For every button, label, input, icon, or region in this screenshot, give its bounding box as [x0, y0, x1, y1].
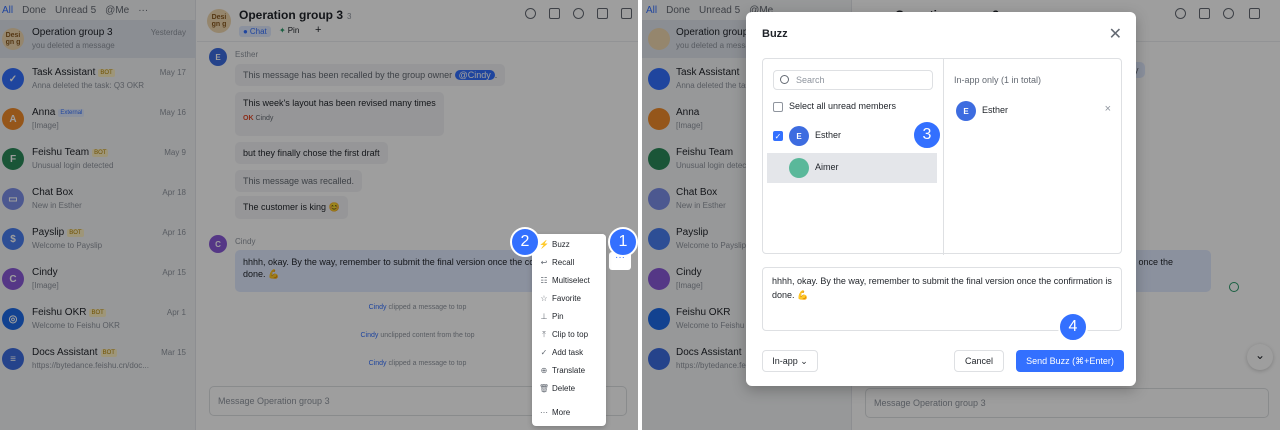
select-all-checkbox[interactable] [773, 102, 783, 112]
menu-item-icon: ⊥ [540, 312, 548, 321]
menu-item-icon: ⚡ [539, 240, 549, 249]
dialog-title: Buzz [762, 28, 788, 40]
menu-item-icon: ↩ [540, 258, 548, 267]
avatar: E [956, 101, 976, 121]
menu-item-delete[interactable]: 🗑 Delete [538, 384, 575, 393]
cancel-button[interactable]: Cancel [954, 350, 1004, 372]
menu-item-icon: ⤒ [542, 329, 546, 339]
menu-item-pin[interactable]: ⊥ Pin [540, 312, 564, 321]
step-badge: 4 [1058, 312, 1088, 342]
send-buzz-button[interactable]: Send Buzz (⌘+Enter) [1016, 350, 1124, 372]
menu-item-icon: ⊕ [540, 366, 548, 375]
avatar: E [789, 126, 809, 146]
menu-item-recall[interactable]: ↩ Recall [540, 258, 575, 267]
menu-item-icon: ☷ [540, 276, 548, 285]
message-context-menu: ⚡ Buzz ↩ Recall ☷ Multiselect ☆ Favorite ⊥ Pin ⤒ Cl… [532, 234, 606, 426]
menu-item-translate[interactable]: ⊕ Translate [540, 366, 585, 375]
left-screenshot: All Done Unread 5 @Me ··· Desi gn g Opera… [0, 0, 638, 430]
close-icon[interactable]: ✕ [1109, 24, 1122, 44]
selected-members-panel: In-app only (1 in total) E Esther × [943, 59, 1123, 255]
menu-item-add-task[interactable]: ✓ Add task [540, 348, 584, 357]
menu-item-multiselect[interactable]: ☷ Multiselect [540, 276, 589, 285]
menu-item-icon: 🗑 [538, 384, 550, 393]
menu-item-clip-to-top[interactable]: ⤒ Clip to top [540, 329, 588, 340]
search-icon [780, 75, 789, 84]
chevron-down-icon: ⌄ [800, 355, 808, 366]
step-badge: 3 [912, 120, 942, 150]
member-picker: Search Select all unread members ✓ E Est… [762, 58, 1123, 255]
select-all-label: Select all unread members [789, 101, 897, 111]
step-badge: 1 [608, 227, 638, 257]
menu-item-buzz[interactable]: ⚡ Buzz [539, 240, 570, 249]
member-checkbox[interactable]: ✓ [773, 131, 783, 141]
right-screenshot: All Done Unread 5 @Me Operation group 3y… [642, 0, 1280, 430]
remove-member-icon[interactable]: × [1105, 103, 1111, 115]
buzz-type-select[interactable]: In-app ⌄ [762, 350, 818, 372]
member-name: Esther [815, 130, 842, 140]
menu-item-icon: ⋯ [540, 408, 548, 417]
menu-item-more[interactable]: ⋯ More [540, 408, 570, 417]
search-input[interactable]: Search [773, 70, 933, 90]
member-name: Aimer [815, 162, 839, 172]
menu-item-favorite[interactable]: ☆ Favorite [540, 294, 581, 303]
avatar [789, 158, 809, 178]
menu-item-icon: ✓ [540, 348, 548, 357]
inapp-count-label: In-app only (1 in total) [954, 75, 1042, 85]
menu-item-icon: ☆ [540, 294, 548, 303]
member-row-aimer[interactable]: Aimer [767, 153, 937, 183]
selected-member-name: Esther [982, 105, 1009, 115]
step-badge: 2 [510, 227, 540, 257]
